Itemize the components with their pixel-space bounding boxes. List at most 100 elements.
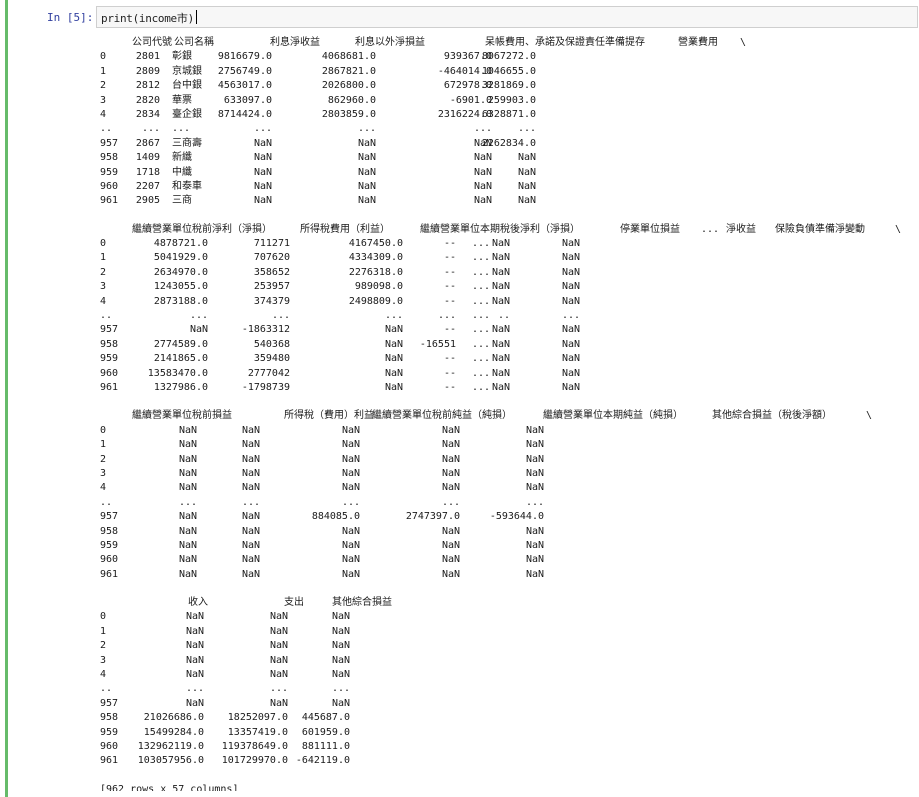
table-cell: NaN [491,324,510,336]
column-header: 所得稅費用（利益） [300,223,390,235]
table-row: 961 NaN NaN NaN NaN NaN [100,568,915,582]
table-cell: NaN [341,439,360,451]
table-row: 4 NaN NaN NaN NaN NaN [100,481,915,495]
table-cell: NaN [269,640,288,652]
table-row: 961 2905 三商 NaN NaN NaN NaN [100,194,915,208]
table-cell: 2809 [135,65,160,77]
table-cell: NaN [384,353,403,365]
table-cell: NaN [491,295,510,307]
cell-output: 公司代號 公司名稱 利息淨收益 利息以外淨損益 呆帳費用、承諾及保證責任準備提存 營業費用… [100,36,915,791]
column-header: 營業費用 [678,37,718,48]
table-cell: ... [357,123,376,135]
table-cell: ... [341,496,360,508]
column-header: 公司代號 [132,37,172,48]
column-header: 繼續營業單位稅前淨利（淨損） [132,223,272,235]
table-cell: NaN [525,439,544,451]
table-cell: NaN [561,266,580,278]
table-cell: 989098.0 [354,281,403,293]
table-cell: NaN [491,238,510,250]
row-index: 960 [100,740,119,752]
table-cell: -16551 [419,338,456,350]
table-cell: -642119.0 [295,755,350,767]
table-row: 961 1327986.0 -1798739 NaN --... NaN NaN [100,381,915,395]
row-index: 957 [100,511,119,523]
table-cell: 2777042 [247,367,290,379]
row-index: 1 [100,625,107,637]
column-header: 公司名稱 [174,37,214,48]
column-header: 保險負債準備淨變動 [775,223,865,235]
table-cell: 119378649.0 [221,740,288,752]
table-cell: NaN [253,137,272,149]
table-cell: NaN [357,137,376,149]
table-cell: -- [443,367,456,379]
table-cell: NaN [178,467,197,479]
row-index: 2 [100,80,107,92]
table-row: 0 NaN NaN NaN [100,610,915,624]
row-index: 3 [100,654,107,666]
table-cell: NaN [341,568,360,580]
table-cell: 2276318.0 [348,266,403,278]
table-cell: NaN [357,152,376,164]
row-index: 2 [100,453,107,465]
row-index: 3 [100,94,107,106]
table-cell: NaN [178,539,197,551]
table-cell: 881111.0 [301,740,350,752]
table-cell: NaN [517,166,536,178]
row-index: 0 [100,611,107,623]
table-cell: 台中銀 [172,80,202,92]
table-cell: ... [471,367,490,379]
table-cell: 華票 [172,94,192,106]
table-cell: 132962119.0 [137,740,204,752]
dataframe-block-2: 繼續營業單位稅前淨利（淨損） 所得稅費用（利益） 繼續營業單位本期稅後淨利（淨損） 停… [100,223,915,396]
table-cell: 和泰車 [172,180,202,192]
row-index: .. [100,496,113,508]
table-cell: NaN [525,539,544,551]
row-index: 3 [100,467,107,479]
table-row: 960 2207 和泰車 NaN NaN NaN NaN [100,180,915,194]
table-cell: -- [443,281,456,293]
table-row: 958 21026686.0 18252097.0 445687.0 [100,711,915,725]
table-cell: ... [269,683,288,695]
table-cell: 2820 [135,94,160,106]
table-cell: NaN [384,367,403,379]
row-index: 959 [100,539,119,551]
row-index: 961 [100,381,119,393]
table-cell: NaN [241,525,260,537]
table-cell: ... [473,123,492,135]
table-cell: ... [471,252,490,264]
table-cell: NaN [491,338,510,350]
table-row: 1 5041929.0 707620 4334309.0 --... NaN NaN [100,251,915,265]
table-cell: 2801 [135,51,160,63]
table-cell: NaN [341,467,360,479]
table-cell: NaN [185,669,204,681]
table-cell: NaN [561,281,580,293]
table-cell: NaN [341,525,360,537]
table-cell: NaN [525,568,544,580]
table-row: 1 NaN NaN NaN NaN NaN [100,438,915,452]
table-cell: ... [441,496,460,508]
code-input-area[interactable]: print(income市) [96,6,918,28]
table-cell: 13357419.0 [227,726,288,738]
table-cell: 6328871.0 [481,108,536,120]
table-row: 4 2873188.0 374379 2498809.0 --... NaN NaN [100,295,915,309]
dataframe-block-4: 收入 支出 其他綜合損益 0 NaN NaN NaN 1 NaN NaN NaN 2 NaN NaN NaN… [100,596,915,769]
table-cell: -- [443,353,456,365]
dataframe-block-1: 公司代號 公司名稱 利息淨收益 利息以外淨損益 呆帳費用、承諾及保證責任準備提存 營業費用… [100,36,915,209]
column-header-row: 繼續營業單位稅前損益 所得稅（費用）利益 繼續營業單位稅前純益（純損） 繼續營業單位本… [100,409,915,423]
table-cell: 2756749.0 [217,65,272,77]
code-text: print(income市) [101,12,194,25]
table-row: ...................... [100,309,915,323]
table-row: 2 NaN NaN NaN [100,639,915,653]
table-cell: 2803859.0 [321,108,376,120]
table-cell: NaN [491,281,510,293]
table-cell: 2867 [135,137,160,149]
table-row: 957 NaN NaN 884085.0 2747397.0 -593644.0 [100,510,915,524]
column-header: 所得稅（費用）利益 [284,410,374,422]
table-cell: NaN [384,324,403,336]
table-cell: NaN [561,252,580,264]
table-cell: 884085.0 [311,511,360,523]
table-cell: ... [471,266,490,278]
column-header-row: 收入 支出 其他綜合損益 [100,596,915,610]
table-cell: 2634970.0 [153,266,208,278]
